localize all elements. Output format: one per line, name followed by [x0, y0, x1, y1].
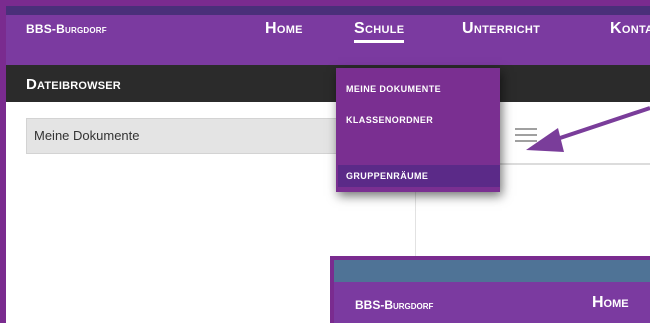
inset-brand-logo: BBS-Burgdorf: [355, 298, 434, 312]
inset-nav-home: Home: [592, 294, 629, 311]
nav-unterricht[interactable]: Unterricht: [462, 20, 540, 38]
inset-top-strip: [334, 260, 650, 282]
dropdown-item-gruppenraeume[interactable]: Gruppenräume: [346, 171, 428, 181]
brand-logo[interactable]: BBS-Burgdorf: [26, 22, 107, 36]
folder-label: Meine Dokumente: [34, 128, 140, 143]
arrow-icon: [526, 106, 650, 152]
nav-schule[interactable]: Schule: [354, 20, 405, 43]
top-strip: [6, 6, 650, 15]
dropdown-item-meine-dokumente[interactable]: Meine Dokumente: [346, 84, 441, 94]
nav-home[interactable]: Home: [265, 20, 303, 38]
dropdown-item-klassenordner[interactable]: Klassenordner: [346, 115, 433, 125]
nav-kontakt[interactable]: Kontakt: [610, 20, 650, 38]
filebrowser-title: Dateibrowser: [26, 76, 121, 93]
